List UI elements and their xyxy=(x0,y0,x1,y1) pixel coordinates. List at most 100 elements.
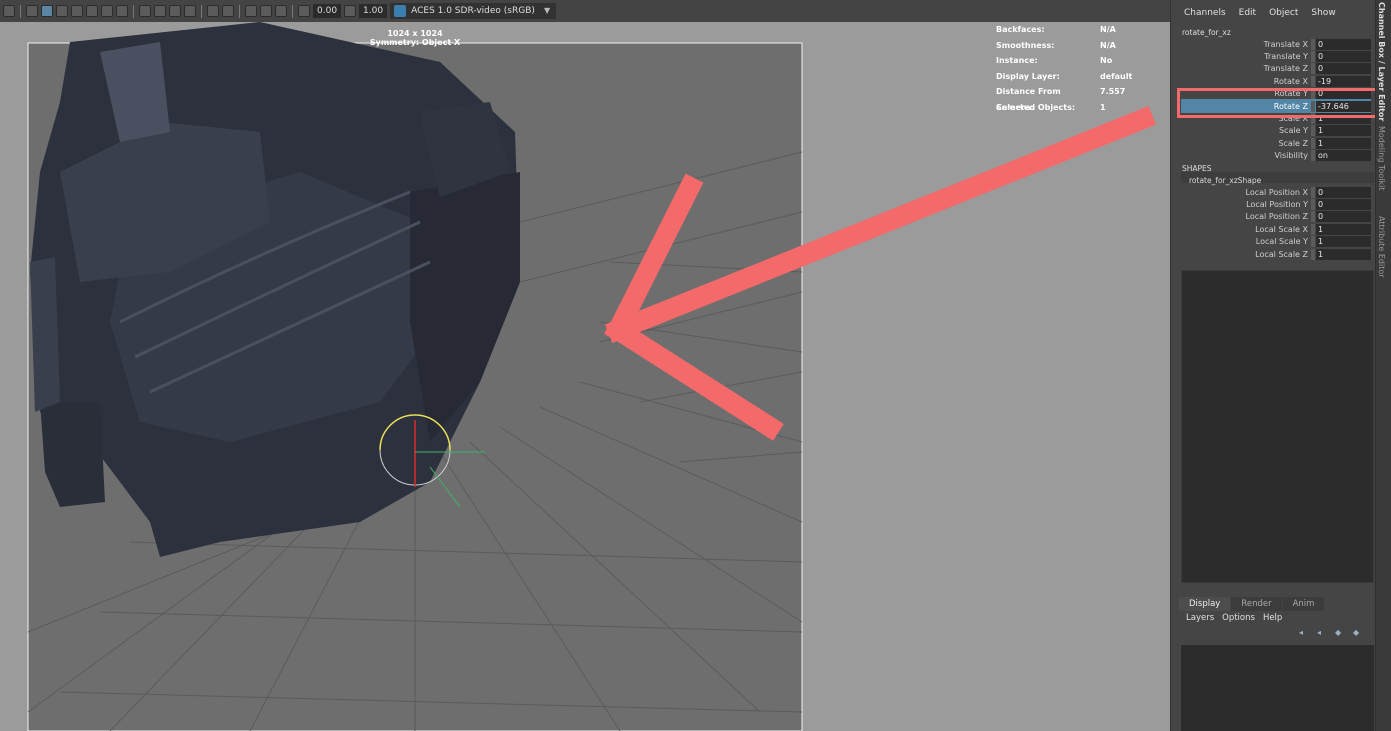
toolbar-separator xyxy=(133,4,134,18)
attr-local-position-z[interactable]: Local Position Z 0 xyxy=(1181,211,1371,223)
menu-show[interactable]: Show xyxy=(1311,8,1335,18)
menu-layers[interactable]: Layers xyxy=(1186,613,1214,623)
tab-anim[interactable]: Anim xyxy=(1282,597,1325,611)
attr-translate-z[interactable]: Translate Z 0 xyxy=(1181,63,1371,75)
color-space-dropdown[interactable]: ACES 1.0 SDR-video (sRGB) ▼ xyxy=(390,3,557,19)
smooth-shade-icon[interactable] xyxy=(41,5,53,17)
hud-row: Distance From Camera: 7.557 xyxy=(996,84,1166,112)
attr-value[interactable]: 1 xyxy=(1316,236,1371,248)
use-all-lights-icon[interactable] xyxy=(86,5,98,17)
resolution-label: 1024 x 1024 xyxy=(387,29,443,38)
perspective-viewport[interactable]: 1024 x 1024 Symmetry: Object X Backfaces… xyxy=(0,22,1170,731)
attr-rotate-x[interactable]: Rotate X -19 xyxy=(1181,75,1371,87)
annotation-highlight-box xyxy=(1177,88,1381,118)
menu-channels[interactable]: Channels xyxy=(1184,8,1226,18)
hud-row: Selected Objects: 1 xyxy=(996,100,1166,116)
side-tab-modeling-toolkit[interactable]: Modeling Toolkit xyxy=(1377,126,1386,190)
new-empty-layer-icon[interactable]: ◆ xyxy=(1335,629,1346,637)
selected-object-name[interactable]: rotate_for_xz xyxy=(1182,28,1231,37)
layer-list-area xyxy=(1181,645,1374,731)
attr-local-scale-y[interactable]: Local Scale Y 1 xyxy=(1181,236,1371,248)
attr-value[interactable]: 0 xyxy=(1316,51,1371,63)
menu-object[interactable]: Object xyxy=(1269,8,1298,18)
exposure-field[interactable]: 0.00 xyxy=(313,4,342,18)
menu-help[interactable]: Help xyxy=(1263,613,1282,623)
attr-keyable-marker xyxy=(1311,75,1315,87)
film-gate-icon[interactable] xyxy=(260,5,272,17)
hud-key: Instance: xyxy=(996,56,1038,65)
attr-value[interactable]: 1 xyxy=(1316,248,1371,260)
attr-translate-x[interactable]: Translate X 0 xyxy=(1181,38,1371,50)
anti-aliasing-icon[interactable] xyxy=(169,5,181,17)
shadows-icon[interactable] xyxy=(101,5,113,17)
side-tab-channel-box[interactable]: Channel Box / Layer Editor xyxy=(1377,2,1386,121)
attr-label: Scale Z xyxy=(1278,138,1308,148)
hud-value: N/A xyxy=(1100,25,1116,34)
motion-blur-icon[interactable] xyxy=(154,5,166,17)
side-tab-attribute-editor[interactable]: Attribute Editor xyxy=(1377,216,1386,278)
attr-keyable-marker xyxy=(1311,236,1315,248)
menu-options[interactable]: Options xyxy=(1222,613,1255,623)
attr-translate-y[interactable]: Translate Y 0 xyxy=(1181,50,1371,63)
attr-local-scale-x[interactable]: Local Scale X 1 xyxy=(1181,223,1371,235)
heads-up-display: Backfaces: N/A Smoothness: N/A Instance: No… xyxy=(996,22,1166,115)
channel-box-menu: Channels Edit Object Show xyxy=(1184,8,1336,18)
shape-name[interactable]: rotate_for_xzShape xyxy=(1189,176,1261,185)
screen-space-ao-icon[interactable] xyxy=(139,5,151,17)
move-layer-up-icon[interactable]: ◂ xyxy=(1299,629,1310,637)
attr-value[interactable]: 0 xyxy=(1316,211,1371,223)
hud-key: Display Layer: xyxy=(996,71,1060,81)
textured-icon[interactable] xyxy=(71,5,83,17)
hud-value: default xyxy=(1100,71,1133,81)
wireframe-icon[interactable] xyxy=(26,5,38,17)
attr-visibility[interactable]: Visibility on xyxy=(1181,150,1371,162)
attr-value[interactable]: 1 xyxy=(1316,223,1371,235)
hud-row: Backfaces: N/A xyxy=(996,22,1166,38)
attr-value[interactable]: 1 xyxy=(1316,125,1371,137)
color-management-icon[interactable] xyxy=(394,5,407,17)
attr-keyable-marker xyxy=(1311,223,1315,235)
attr-label: Local Position Z xyxy=(1245,212,1308,222)
channel-box-panel: Channels Edit Object Show rotate_for_xz … xyxy=(1170,0,1391,731)
attr-label: Local Scale X xyxy=(1255,224,1308,234)
exposure-icon[interactable] xyxy=(298,5,310,17)
grid-icon[interactable] xyxy=(245,5,257,17)
attr-scale-z[interactable]: Scale Z 1 xyxy=(1181,137,1371,149)
attr-label: Visibility xyxy=(1274,151,1308,161)
gate-title: 1024 x 1024 Symmetry: Object X xyxy=(355,29,475,47)
attr-local-position-y[interactable]: Local Position Y 0 xyxy=(1181,198,1371,211)
attr-value[interactable]: 0 xyxy=(1316,63,1371,75)
attr-value[interactable]: 0 xyxy=(1316,38,1371,50)
attr-value[interactable]: 0 xyxy=(1316,186,1371,198)
attr-keyable-marker xyxy=(1311,248,1315,260)
hud-key: Smoothness: xyxy=(996,40,1055,50)
tab-render[interactable]: Render xyxy=(1231,597,1282,611)
gamma-field[interactable]: 1.00 xyxy=(359,4,388,18)
tab-display[interactable]: Display xyxy=(1179,597,1231,611)
attr-keyable-marker xyxy=(1311,186,1315,198)
depth-of-field-icon[interactable] xyxy=(184,5,196,17)
attr-keyable-marker xyxy=(1311,38,1315,50)
attr-local-position-x[interactable]: Local Position X 0 xyxy=(1181,186,1371,198)
move-layer-down-icon[interactable]: ◂ xyxy=(1317,629,1328,637)
wireframe-on-shaded-icon[interactable] xyxy=(56,5,68,17)
attr-value[interactable]: 1 xyxy=(1316,137,1371,149)
hud-key: Distance From Camera: xyxy=(996,87,1061,112)
resolution-gate-icon[interactable] xyxy=(275,5,287,17)
isolate-select-icon[interactable] xyxy=(207,5,219,17)
menu-edit[interactable]: Edit xyxy=(1239,8,1256,18)
gamma-icon[interactable] xyxy=(344,5,357,17)
hud-value: 7.557 xyxy=(1100,87,1126,96)
attr-keyable-marker xyxy=(1311,125,1315,137)
attr-value[interactable]: on xyxy=(1316,150,1371,162)
attr-label: Translate Z xyxy=(1263,64,1308,74)
camera-attributes-icon[interactable] xyxy=(3,5,15,17)
attr-value[interactable]: -19 xyxy=(1316,75,1371,87)
layer-editor-tabs: Display Render Anim xyxy=(1179,597,1325,611)
attr-local-scale-z[interactable]: Local Scale Z 1 xyxy=(1181,248,1371,260)
xray-icon[interactable] xyxy=(222,5,234,17)
attr-value[interactable]: 0 xyxy=(1316,199,1371,211)
lighting-icon[interactable] xyxy=(116,5,128,17)
attr-scale-y[interactable]: Scale Y 1 xyxy=(1181,125,1371,137)
new-layer-from-selection-icon[interactable]: ◆ xyxy=(1353,629,1364,637)
